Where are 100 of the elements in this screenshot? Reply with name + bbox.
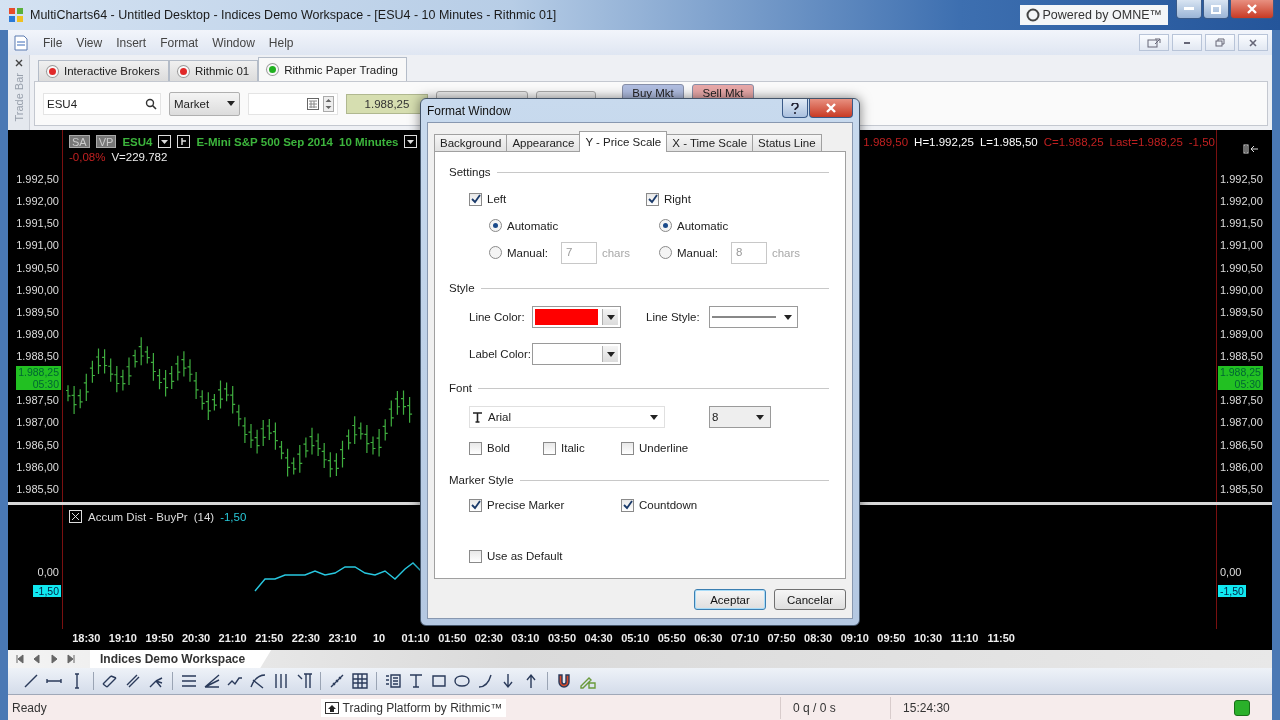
parallel-lines-icon[interactable]	[101, 672, 119, 690]
checkbox[interactable]	[469, 498, 482, 512]
dropdown-icon[interactable]	[404, 135, 418, 148]
time-label: 05:10	[620, 632, 651, 644]
time-label: 19:10	[107, 632, 138, 644]
search-icon[interactable]	[145, 97, 157, 110]
menu-item[interactable]: Window	[205, 35, 262, 50]
time-label: 08:30	[803, 632, 834, 644]
magnet-icon[interactable]	[555, 672, 573, 690]
checkbox-label: Use as Default	[487, 550, 563, 562]
checkbox[interactable]	[621, 498, 634, 512]
chart-resolution: 10 Minutes	[339, 135, 399, 148]
connection-tab[interactable]: Rithmic 01	[168, 60, 259, 81]
radio-button[interactable]	[489, 246, 502, 259]
dialog-button[interactable]: Aceptar	[694, 589, 766, 610]
font-size-dropdown[interactable]: 8	[709, 406, 771, 428]
menu-item[interactable]: Format	[153, 35, 206, 50]
menu-item[interactable]: View	[69, 35, 110, 50]
dialog-tab[interactable]: X - Time Scale	[666, 134, 754, 152]
restore-button[interactable]	[1205, 34, 1235, 51]
ellipse-icon[interactable]	[453, 672, 471, 690]
connection-status-icon	[1233, 699, 1250, 716]
last-tab-icon[interactable]	[65, 653, 77, 665]
font-family-dropdown[interactable]: Arial	[469, 406, 665, 428]
line-color-dropdown[interactable]	[532, 306, 621, 328]
list-icon[interactable]	[384, 672, 402, 690]
time-label: 10:30	[912, 632, 943, 644]
checkbox[interactable]	[646, 192, 659, 206]
horizontal-lines-icon[interactable]	[180, 672, 198, 690]
checkbox-label: Underline	[639, 442, 689, 454]
close-button[interactable]	[1230, 0, 1274, 19]
label-color-dropdown[interactable]	[532, 343, 621, 365]
checkbox-label: Bold	[487, 442, 511, 454]
radio-button[interactable]	[659, 219, 672, 232]
grid-icon[interactable]	[351, 672, 369, 690]
close-button[interactable]	[809, 99, 853, 118]
panel-toggle-icon[interactable]	[1243, 144, 1259, 154]
bracket-lines-icon[interactable]	[295, 672, 313, 690]
checkbox[interactable]	[469, 192, 482, 206]
line-style-dropdown[interactable]	[709, 306, 798, 328]
next-tab-icon[interactable]	[48, 653, 60, 665]
maximize-icon	[1211, 4, 1221, 14]
dialog-tab[interactable]: Appearance	[506, 134, 581, 152]
spinner-icon[interactable]	[323, 95, 334, 112]
dropdown-icon[interactable]	[158, 135, 172, 148]
dialog-tab[interactable]: Background	[434, 134, 508, 152]
dialog-tab[interactable]: Status Line	[752, 134, 822, 152]
fan-lines-icon[interactable]	[203, 672, 221, 690]
app-icon	[8, 7, 24, 23]
help-button[interactable]	[782, 99, 808, 118]
checkbox[interactable]	[621, 441, 634, 455]
radio-button[interactable]	[659, 246, 672, 259]
double-line-icon[interactable]	[124, 672, 142, 690]
minimize-button[interactable]	[1172, 34, 1202, 51]
queue-status: 0 q / 0 s	[780, 696, 891, 719]
close-icon	[1247, 4, 1257, 14]
caret-icon	[227, 101, 235, 106]
time-label: 09:10	[839, 632, 870, 644]
time-label: 10	[371, 632, 387, 644]
menu-item[interactable]: File	[36, 35, 70, 50]
previous-tab-icon[interactable]	[31, 653, 43, 665]
detach-button[interactable]	[1139, 34, 1169, 51]
price-label: 1.989,50	[1219, 304, 1264, 319]
dialog-tab[interactable]: Y - Price Scale	[579, 131, 668, 152]
vertical-lines-icon[interactable]	[272, 672, 290, 690]
quantity-field[interactable]	[248, 92, 338, 115]
price-label: 1.987,50	[1219, 393, 1264, 408]
curve-icon[interactable]	[476, 672, 494, 690]
dialog-button[interactable]: Cancelar	[774, 589, 846, 610]
checkbox[interactable]	[543, 441, 556, 455]
connection-tab[interactable]: Rithmic Paper Trading	[258, 57, 407, 81]
order-type-dropdown[interactable]: Market	[169, 91, 240, 116]
unit-label: chars	[771, 246, 801, 259]
symbol-field[interactable]: ESU4	[43, 92, 161, 115]
checkbox[interactable]	[469, 549, 482, 563]
workspace-tab[interactable]: Indices Demo Workspace	[90, 650, 272, 668]
curved-lines-icon[interactable]	[249, 672, 267, 690]
connection-tab[interactable]: Interactive Brokers	[38, 60, 169, 81]
rectangle-icon[interactable]	[430, 672, 448, 690]
price-label: 1.991,50	[1219, 216, 1264, 231]
price-label: 1.988,50	[1219, 349, 1264, 364]
time-label: 02:30	[473, 632, 504, 644]
caret-icon	[756, 414, 764, 420]
close-icon	[826, 103, 836, 113]
checkbox[interactable]	[469, 441, 482, 455]
menu-item[interactable]: Insert	[109, 35, 154, 50]
menu-item[interactable]: Help	[261, 35, 301, 50]
indicator-label: 0,00	[36, 565, 60, 579]
price-label: 1.985,50	[15, 481, 60, 496]
price-field[interactable]: 1.988,25	[346, 93, 428, 114]
calculator-icon[interactable]	[307, 97, 319, 110]
radio-button[interactable]	[489, 219, 502, 232]
first-tab-icon[interactable]	[14, 653, 26, 665]
close-icon[interactable]	[14, 59, 23, 67]
close-button[interactable]	[1238, 34, 1268, 51]
maximize-button[interactable]	[1203, 0, 1229, 19]
letter-t-icon[interactable]	[407, 672, 425, 690]
diagonal-line-icon[interactable]	[22, 672, 40, 690]
bar-type-icon[interactable]	[177, 135, 191, 148]
minimize-button[interactable]	[1176, 0, 1202, 19]
